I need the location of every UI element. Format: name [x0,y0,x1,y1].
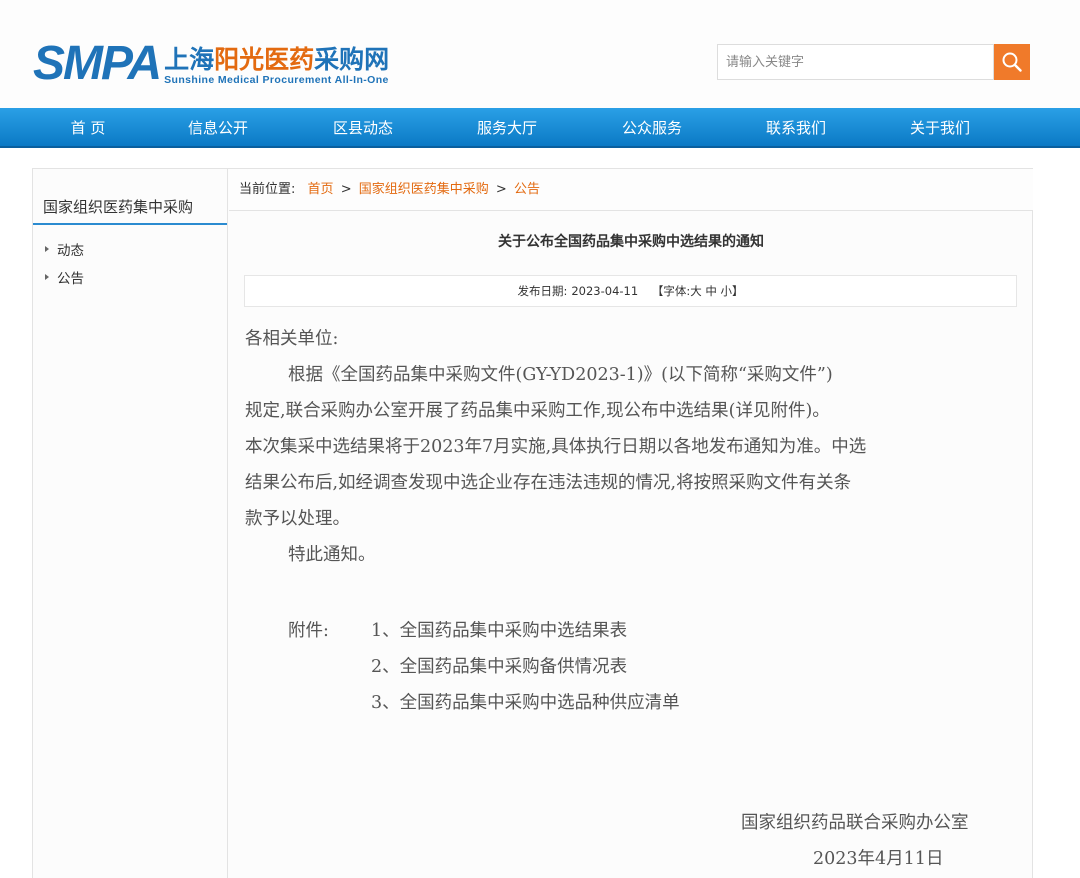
publish-date: 2023-04-11 [571,284,639,298]
logo-chinese-title: 上海阳光医药采购网 [164,46,389,74]
logo-title-block: 上海阳光医药采购网 Sunshine Medical Procurement A… [164,46,389,87]
main-nav: 首 页 信息公开 区县动态 服务大厅 公众服务 联系我们 关于我们 [0,108,1080,148]
article-paragraph-line: 根据《全国药品集中采购文件(GY-YD2023-1)》(以下简称“采购文件”) [288,365,833,385]
logo-cn-part3: 医药 [264,45,315,74]
sidebar-item-news[interactable]: 动态 [45,239,84,259]
article-signature-date: 2023年4月11日 [813,849,944,869]
nav-item-contact-us[interactable]: 联系我们 [736,108,856,148]
logo-cn-part1: 上海 [164,45,215,74]
search-icon [1002,52,1022,72]
search-button[interactable] [994,44,1030,80]
breadcrumb-label: 当前位置: [239,182,296,197]
attachment-link[interactable]: 2、全国药品集中采购备供情况表 [371,653,627,678]
search-input[interactable] [717,44,994,80]
nav-item-home[interactable]: 首 页 [28,108,148,148]
nav-item-district-news[interactable]: 区县动态 [303,108,423,148]
article-title: 关于公布全国药品集中采购中选结果的通知 [498,234,764,250]
breadcrumb-separator: > [340,182,352,197]
search-box [717,44,1030,80]
article-paragraph-line: 结果公布后,如经调查发现中选企业存在违法违规的情况,将按照采购文件有关条 [245,473,852,493]
logo-english-title: Sunshine Medical Procurement All-In-One [164,74,389,86]
attachments-label: 附件: [288,621,329,641]
attachment-link[interactable]: 3、全国药品集中采购中选品种供应清单 [371,689,680,714]
article-greeting: 各相关单位: [245,329,339,349]
article-paragraph-line: 规定,联合采购办公室开展了药品集中采购工作,现公布中选结果(详见附件)。 [245,401,830,421]
site-logo[interactable]: SMPA 上海阳光医药采购网 Sunshine Medical Procurem… [33,37,389,90]
breadcrumb-home-link[interactable]: 首页 [308,182,334,197]
logo-cn-part2: 阳光 [214,45,265,74]
attachment-link[interactable]: 1、全国药品集中采购中选结果表 [371,617,627,642]
logo-cn-part4: 采购网 [314,45,390,74]
sidebar-item-announcements[interactable]: 公告 [45,267,84,287]
main-panel: 国家组织医药集中采购 动态 公告 当前位置: 首页 > 国家组织医药集中采购 >… [32,168,1033,878]
article-closing: 特此通知。 [288,545,376,565]
sidebar-item-label: 公告 [57,271,84,287]
nav-item-public-service[interactable]: 公众服务 [592,108,712,148]
sidebar-title: 国家组织医药集中采购 [33,169,227,225]
sidebar: 国家组织医药集中采购 动态 公告 [33,169,228,878]
article-paragraph-line: 款予以处理。 [245,509,350,529]
caret-right-icon [45,246,49,252]
nav-item-service-hall[interactable]: 服务大厅 [447,108,567,148]
caret-right-icon [45,274,49,280]
site-header: SMPA 上海阳光医药采购网 Sunshine Medical Procurem… [0,0,1080,108]
publish-date-label: 发布日期: [517,284,568,298]
sidebar-item-label: 动态 [57,243,84,259]
breadcrumb-section-link[interactable]: 国家组织医药集中采购 [359,182,489,197]
font-size-small-link[interactable]: 小 [721,284,733,298]
font-size-label: 【字体: [651,284,691,298]
nav-item-about-us[interactable]: 关于我们 [880,108,1000,148]
breadcrumb-current-link[interactable]: 公告 [514,182,540,197]
article-signature: 国家组织药品联合采购办公室 [741,813,969,833]
breadcrumb-separator: > [495,182,507,197]
article-paragraph-line: 本次集采中选结果将于2023年7月实施,具体执行日期以各地发布通知为准。中选 [245,437,867,457]
article-meta: 发布日期: 2023-04-11 【字体:大 中 小】 [244,275,1017,307]
font-size-close: 】 [732,284,744,298]
nav-item-info-disclosure[interactable]: 信息公开 [158,108,278,148]
logo-smpa-text: SMPA [33,37,162,90]
content-area: 当前位置: 首页 > 国家组织医药集中采购 > 公告 关于公布全国药品集中采购中… [229,169,1033,878]
font-size-medium-link[interactable]: 中 [705,284,717,298]
font-size-large-link[interactable]: 大 [690,284,702,298]
breadcrumb: 当前位置: 首页 > 国家组织医药集中采购 > 公告 [229,169,1033,211]
